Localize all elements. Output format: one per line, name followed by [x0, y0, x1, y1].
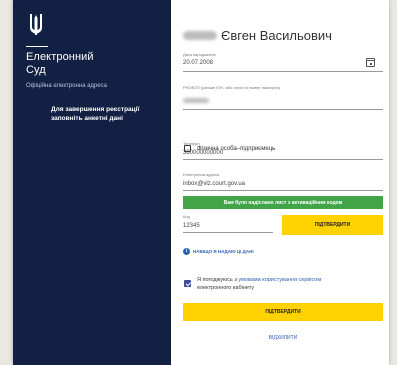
terms-link[interactable]: умовами користування сервісом [238, 277, 321, 283]
code-field[interactable]: 12345 [183, 223, 200, 229]
email-underline [183, 190, 383, 191]
brand-line-1: Електронний [26, 51, 94, 63]
consent-prefix: Я погоджуюсь з [197, 277, 239, 283]
phone-underline [183, 159, 383, 160]
email-field[interactable]: inbox@vlz.court.gov.ua [183, 181, 245, 187]
brand-title: Електронний Суд [26, 51, 94, 77]
sidebar-divider [26, 46, 48, 47]
consent-suffix: електронного кабінету [197, 285, 255, 291]
sidebar: Електронний Суд Офіційна електронна адре… [13, 0, 171, 365]
code-label: Код [183, 214, 190, 219]
email-label: Електронна адреса [183, 172, 220, 177]
data-usage-link[interactable]: НАВІЩО Я НАДАЮ ЦІ ДАНІ [193, 249, 254, 254]
registration-note: Для завершення реєстрації заповніть анке… [51, 106, 140, 122]
code-underline [183, 232, 273, 233]
consent-checkbox[interactable] [184, 280, 191, 287]
data-usage-info[interactable]: i НАВІЩО Я НАДАЮ ЦІ ДАНІ [183, 248, 254, 255]
official-address-link[interactable]: Офіційна електронна адреса [26, 83, 107, 89]
info-icon: i [183, 248, 190, 255]
form-lower: Телефон 380000000000 Електронна адреса i… [183, 0, 383, 365]
brand-line-2: Суд [26, 64, 46, 76]
consent-text: Я погоджуюсь з умовами користування серв… [197, 276, 383, 292]
phone-field[interactable]: 380000000000 [183, 150, 223, 156]
confirm-button[interactable]: ПІДТВЕРДИТИ [183, 303, 383, 321]
cancel-button[interactable]: ВІДХИЛИТИ [183, 335, 383, 341]
phone-label-text: Телефон [183, 141, 200, 146]
trident-emblem-icon [30, 14, 42, 35]
confirm-code-button[interactable]: ПІДТВЕРДИТИ [282, 215, 383, 235]
activation-code-banner: Вам було надіслано лист з активаційним к… [183, 196, 383, 209]
